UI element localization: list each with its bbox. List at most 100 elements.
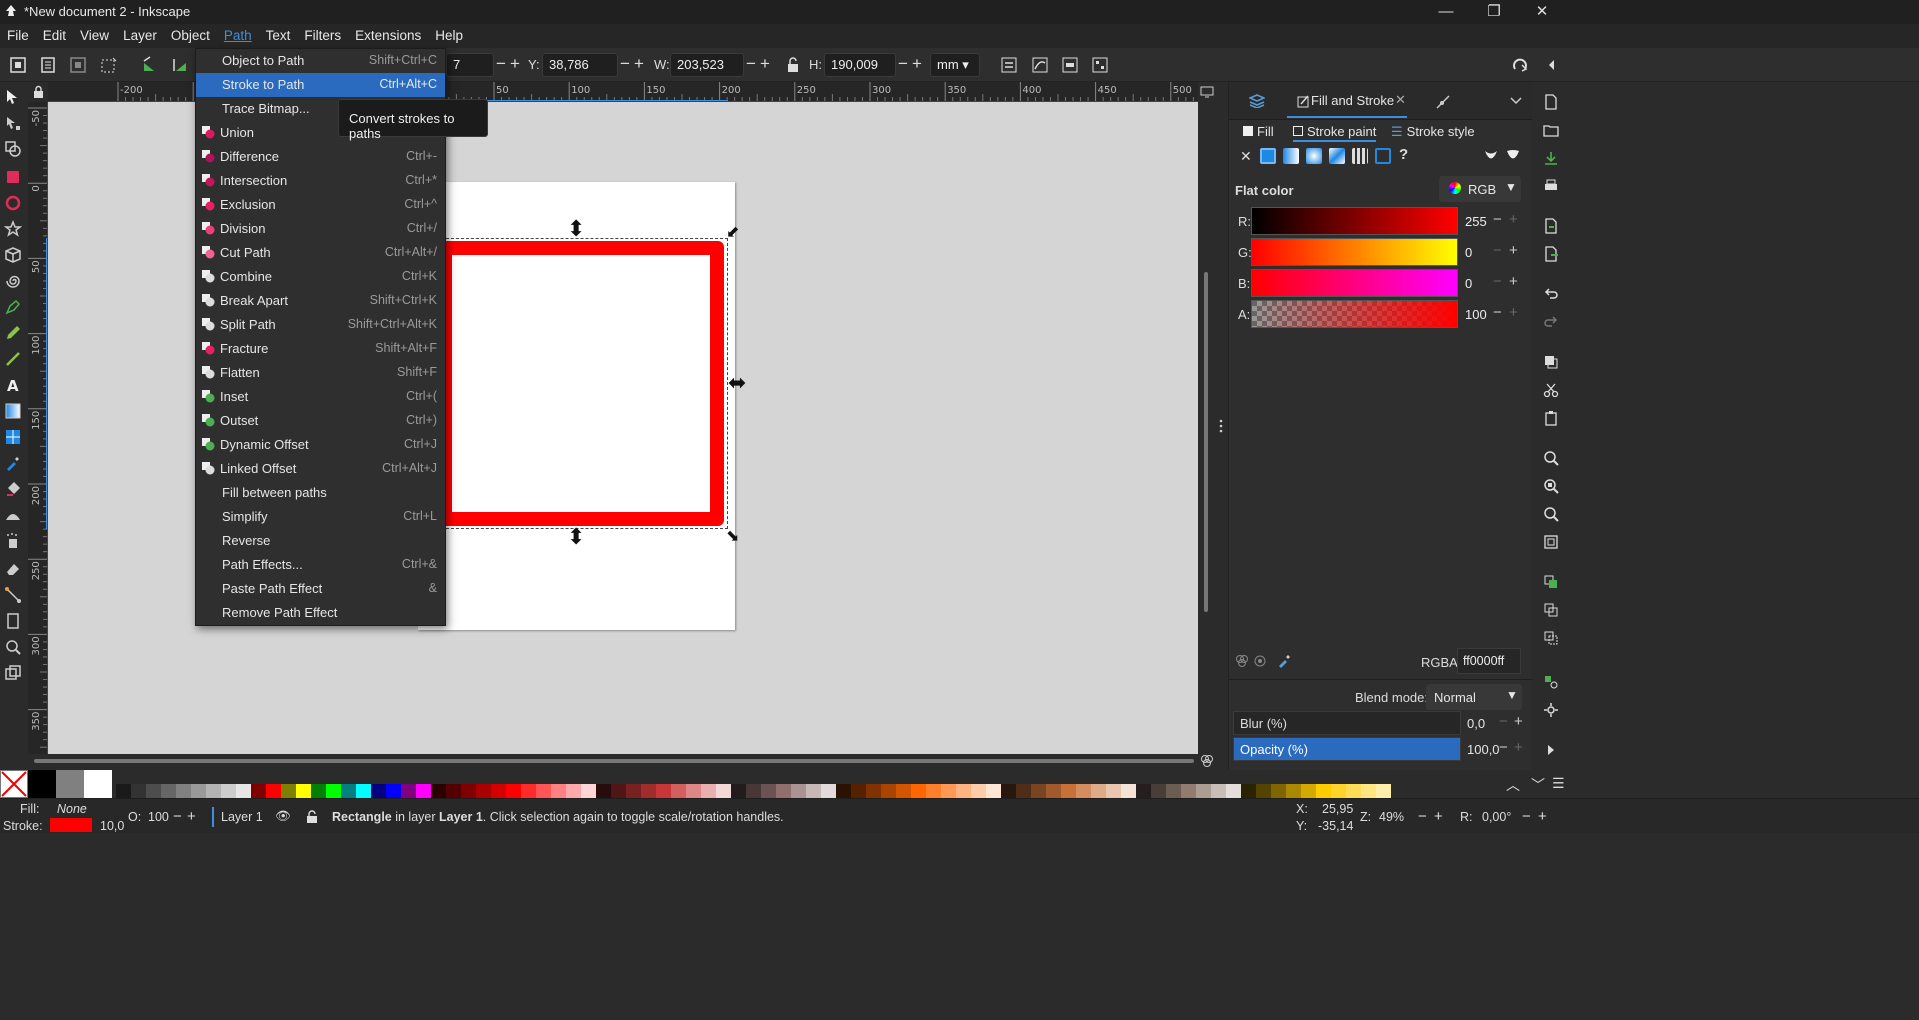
document-properties-icon[interactable] [1543,702,1559,718]
color-swatch[interactable] [386,784,401,798]
color-swatch[interactable] [506,784,521,798]
color-swatch[interactable] [206,784,221,798]
color-swatch[interactable] [626,784,641,798]
fill-rule-nonzero-icon[interactable] [1505,148,1521,164]
b-channel-slider[interactable] [1251,269,1458,297]
color-swatch[interactable] [1061,784,1076,798]
color-swatch[interactable] [1256,784,1271,798]
rotation-decrement[interactable]: − [1522,808,1531,825]
color-swatch[interactable] [1001,784,1016,798]
color-swatch[interactable] [84,770,112,798]
color-swatch[interactable] [1376,784,1391,798]
g-decrement[interactable]: − [1493,242,1502,259]
w-increment[interactable]: + [760,54,770,74]
select-all-icon[interactable] [8,55,28,75]
radial-gradient-icon[interactable] [1306,148,1322,164]
star-tool-icon[interactable] [4,220,22,238]
color-swatch[interactable] [1151,784,1166,798]
menu-item-break-apart[interactable]: Break Apart Shift+Ctrl+K [196,289,445,313]
group-icon[interactable] [1543,674,1559,690]
color-swatch[interactable] [416,784,431,798]
color-swatch[interactable] [176,784,191,798]
undo-icon[interactable] [1543,286,1559,302]
color-swatch[interactable] [356,784,371,798]
rotation-increment[interactable]: + [1538,808,1547,825]
select-same-icon[interactable] [68,55,88,75]
h-decrement[interactable]: − [898,54,908,74]
measure-tool-icon[interactable] [4,664,22,682]
linear-gradient-icon[interactable] [1283,148,1299,164]
menu-item-simplify[interactable]: Simplify Ctrl+L [196,505,445,529]
rotation-value[interactable]: 0,00° [1482,810,1511,824]
new-document-icon[interactable] [1543,94,1559,110]
menu-path[interactable]: Path [217,24,259,48]
layer-lock-icon[interactable] [306,810,318,823]
color-swatch[interactable] [791,784,806,798]
menu-item-fill-between-paths[interactable]: Fill between paths [196,481,445,505]
pages-tool-icon[interactable] [4,612,22,630]
rotate-ccw-icon[interactable] [140,55,160,75]
color-swatch[interactable] [1286,784,1301,798]
zoom-decrement[interactable]: − [1418,808,1427,825]
color-swatch[interactable] [28,770,56,798]
color-swatch[interactable] [401,784,416,798]
color-swatch[interactable] [581,784,596,798]
pattern-icon[interactable] [1352,148,1368,164]
dropper-tool-icon[interactable] [4,454,22,472]
color-swatch[interactable] [851,784,866,798]
x-decrement[interactable]: − [496,54,506,74]
h-field[interactable]: 190,009 [824,53,896,77]
stroke-style-subtab[interactable]: ☰ Stroke style [1391,124,1475,140]
menu-item-paste-path-effect[interactable]: Paste Path Effect & [196,577,445,601]
menu-item-exclusion[interactable]: Exclusion Ctrl+^ [196,193,445,217]
color-swatch[interactable] [1031,784,1046,798]
blend-mode-select[interactable]: Normal ▼ [1426,684,1522,710]
a-decrement[interactable]: − [1493,304,1502,321]
cut-icon[interactable] [1543,382,1559,398]
mesh-gradient-icon[interactable] [1329,148,1345,164]
color-swatch[interactable] [881,784,896,798]
color-model-select[interactable]: RGB ▼ [1439,176,1521,202]
palette-scroll-down-icon[interactable]: ﹀ [1531,775,1545,795]
color-manage-icon[interactable] [1200,754,1214,768]
calligraphy-tool-icon[interactable] [4,350,22,368]
menu-item-combine[interactable]: Combine Ctrl+K [196,265,445,289]
color-swatch[interactable] [911,784,926,798]
color-swatch[interactable] [1136,784,1151,798]
stroke-width-value[interactable]: 10,0 [100,819,124,833]
color-swatch[interactable] [281,784,296,798]
y-decrement[interactable]: − [620,54,630,74]
color-swatch[interactable] [896,784,911,798]
copy-icon[interactable] [1543,354,1559,370]
color-swatch[interactable] [1331,784,1346,798]
color-swatch[interactable] [986,784,1001,798]
opacity-value[interactable]: 100,0 [1467,742,1500,757]
rotate-cw-icon[interactable] [170,55,190,75]
menu-item-cut-path[interactable]: Cut Path Ctrl+Alt+/ [196,241,445,265]
color-swatch[interactable] [341,784,356,798]
scale-handle-bottom-right[interactable]: ⬊ [726,526,739,548]
fill-stroke-tab[interactable]: Fill and Stroke ✕ [1287,86,1407,118]
connector-tool-icon[interactable] [4,586,22,604]
pen-tool-icon[interactable] [4,298,22,316]
color-swatch[interactable] [1091,784,1106,798]
transform-patterns-icon[interactable] [1090,55,1110,75]
unit-select[interactable]: mm ▾ [930,53,980,77]
y-field[interactable]: 38,786 [542,53,618,77]
menu-item-inset[interactable]: Inset Ctrl+( [196,385,445,409]
color-swatch[interactable] [971,784,986,798]
menu-help[interactable]: Help [428,24,470,48]
x-increment[interactable]: + [510,54,520,74]
palette-scroll-up-icon[interactable]: ︿ [1506,775,1520,795]
scale-stroke-icon[interactable] [999,55,1019,75]
out-of-gamut-icon[interactable] [1253,654,1267,668]
rgba-input[interactable]: ff0000ff [1457,648,1521,674]
color-swatch[interactable] [491,784,506,798]
color-swatch[interactable] [1211,784,1226,798]
a-channel-value[interactable]: 100 [1465,307,1487,322]
color-swatch[interactable] [1346,784,1361,798]
w-field[interactable]: 203,523 [670,53,744,77]
unset-paint-icon[interactable]: ? [1399,146,1408,163]
menu-item-division[interactable]: Division Ctrl+/ [196,217,445,241]
menu-item-object-to-path[interactable]: Object to Path Shift+Ctrl+C [196,49,445,73]
